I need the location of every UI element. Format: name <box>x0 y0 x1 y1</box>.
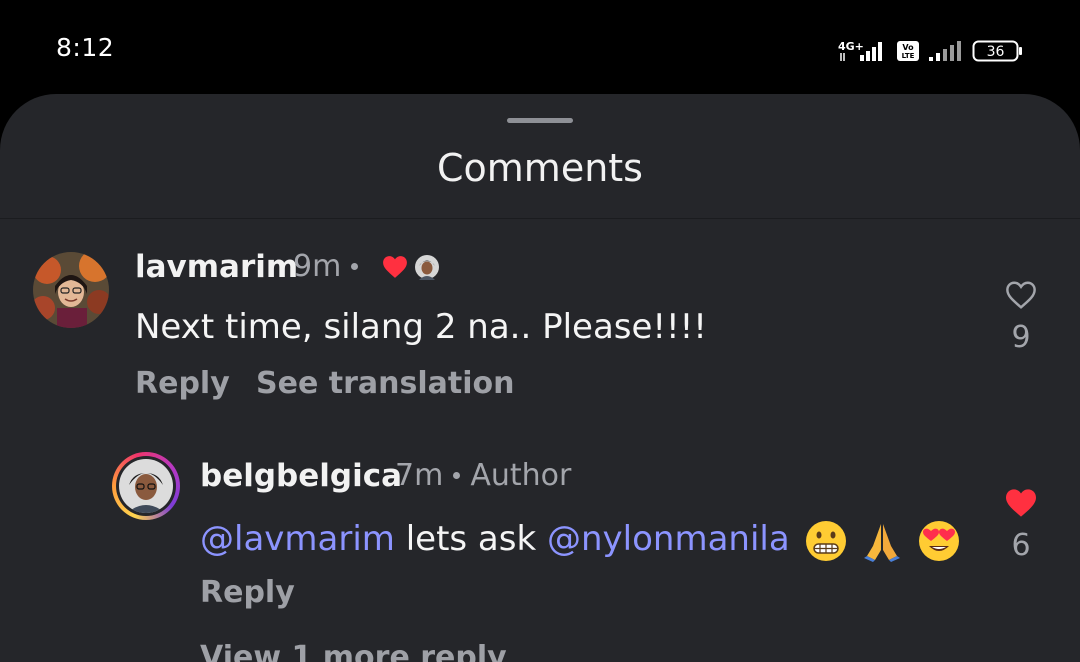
see-translation-button[interactable]: See translation <box>256 366 514 401</box>
comment-meta: 9m <box>293 249 440 284</box>
svg-text:Vo: Vo <box>902 43 914 52</box>
divider <box>0 218 1080 219</box>
praying-hands-emoji <box>864 523 901 562</box>
comment-text: Next time, silang 2 na.. Please!!!! <box>135 307 707 347</box>
reply-button[interactable]: Reply <box>135 366 230 401</box>
author-mini-avatar-icon <box>415 254 440 280</box>
reply-text: @lavmarim lets ask @nylonmanila <box>200 519 960 562</box>
svg-text:LTE: LTE <box>902 52 915 60</box>
heart-outline-icon[interactable] <box>1004 280 1038 310</box>
like-column: 6 <box>991 488 1051 563</box>
avatar[interactable] <box>33 252 109 328</box>
reply-button[interactable]: Reply <box>200 575 295 610</box>
liked-by-author-indicator <box>382 254 440 280</box>
separator-dot <box>453 472 461 479</box>
signal-bars-icon <box>929 41 961 61</box>
view-more-replies-button[interactable]: View 1 more reply <box>200 640 507 662</box>
reply-meta: 7m Author <box>395 458 571 493</box>
separator-dot <box>351 263 359 270</box>
comments-sheet: Comments lavmarim 9m Next time, silang 2… <box>0 94 1080 662</box>
mention-link[interactable]: @nylonmanila <box>547 519 790 559</box>
like-column: 9 <box>991 280 1051 355</box>
heart-filled-icon <box>383 255 408 278</box>
author-badge: Author <box>470 458 572 493</box>
like-count: 9 <box>1011 320 1031 355</box>
svg-text:36: 36 <box>987 44 1005 60</box>
heart-filled-icon[interactable] <box>1004 488 1038 518</box>
status-icons: 4G+ Vo LTE 36 <box>838 36 1024 66</box>
battery-icon: 36 <box>972 40 1022 62</box>
avatar-story-ring[interactable] <box>112 452 180 520</box>
status-bar: 8:12 4G+ Vo LTE 36 <box>0 0 1080 94</box>
reply-username[interactable]: belgbelgica <box>200 458 402 494</box>
signal-4g-icon: 4G+ <box>838 40 882 61</box>
comment-time: 9m <box>293 249 342 284</box>
mention-link[interactable]: @lavmarim <box>200 519 395 559</box>
grimacing-emoji <box>805 520 846 561</box>
avatar <box>119 459 173 513</box>
volte-icon: Vo LTE <box>897 41 919 61</box>
status-time: 8:12 <box>56 33 115 62</box>
reply-time: 7m <box>395 458 444 493</box>
svg-text:4G+: 4G+ <box>838 40 864 53</box>
comment-username[interactable]: lavmarim <box>135 249 298 285</box>
heart-eyes-emoji <box>919 520 960 561</box>
like-count: 6 <box>1011 528 1031 563</box>
sheet-title: Comments <box>437 146 643 190</box>
reply-text-body: lets ask <box>394 519 547 559</box>
drag-handle[interactable] <box>507 118 573 123</box>
